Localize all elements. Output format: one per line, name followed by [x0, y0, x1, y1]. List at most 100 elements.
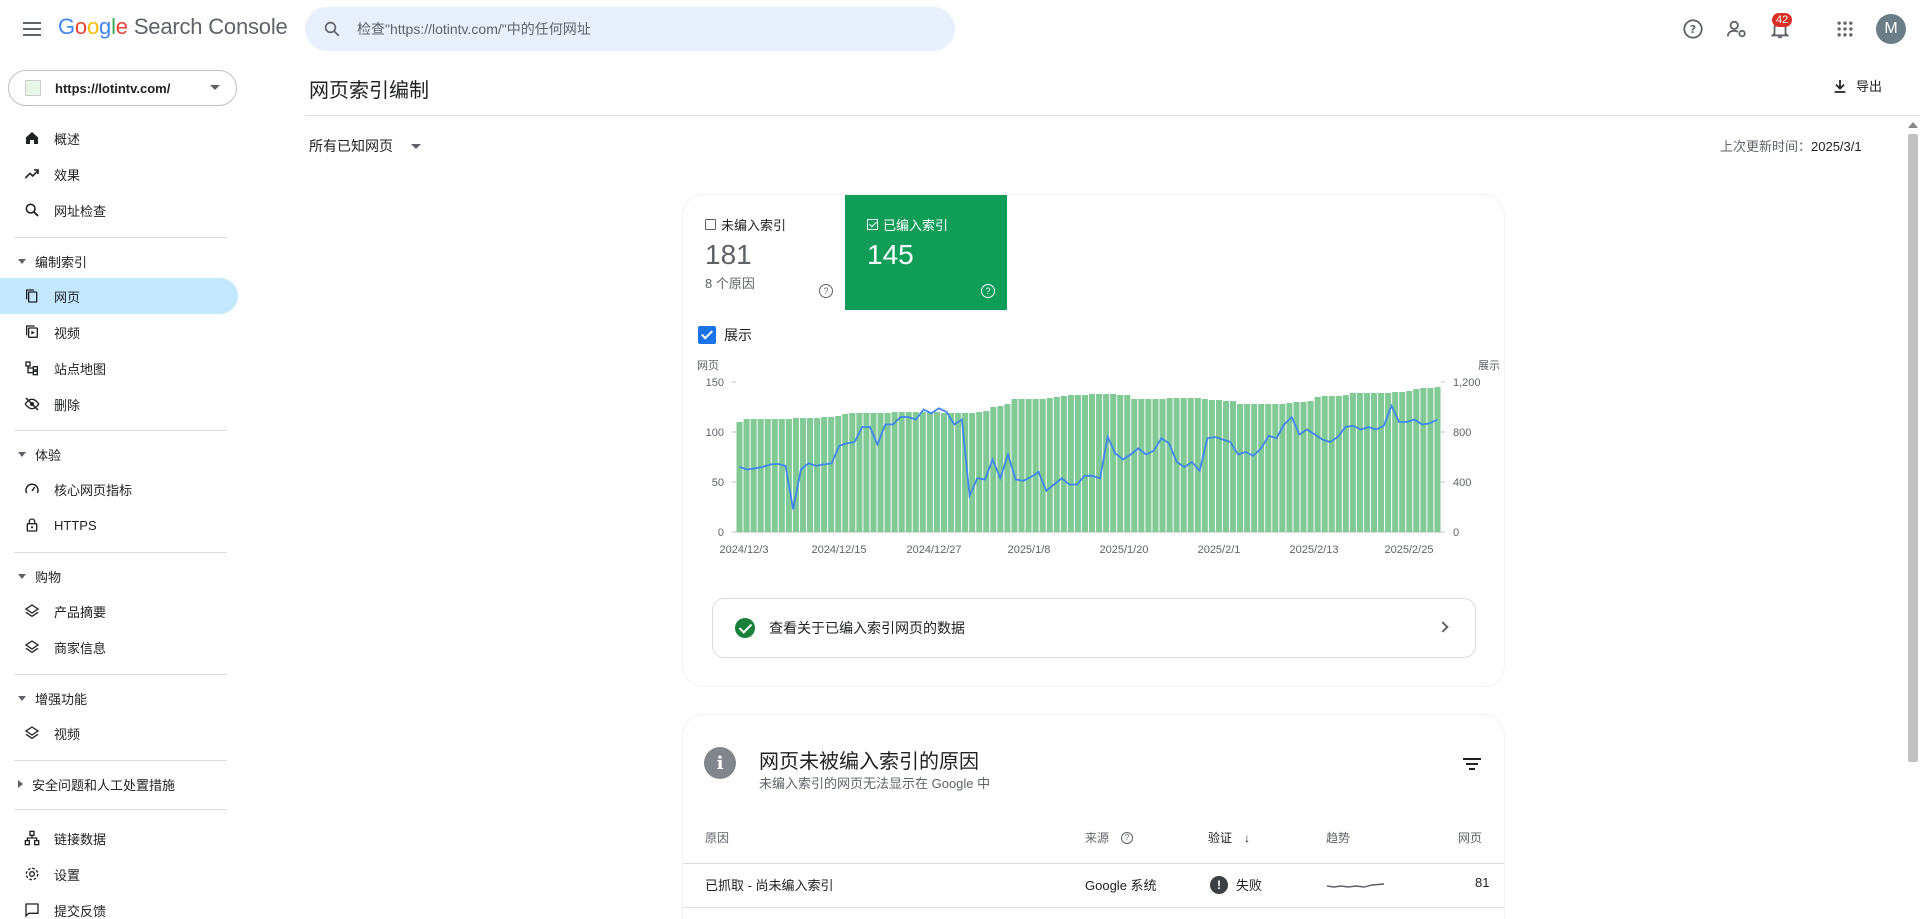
sidebar-item-performance[interactable]: 效果 — [0, 156, 238, 192]
manage-users-icon[interactable] — [1724, 16, 1750, 42]
bar — [1349, 393, 1356, 532]
bar — [898, 412, 905, 532]
reasons-title: 网页未被编入索引的原因 — [759, 751, 979, 773]
bar — [1074, 395, 1081, 532]
bar — [821, 417, 828, 532]
sidebar-item-videos[interactable]: 视频 — [0, 314, 238, 350]
impressions-checkbox[interactable]: 展示 — [698, 325, 752, 345]
y2-tick-label: 800 — [1453, 427, 1471, 439]
section-experience[interactable]: 体验 — [0, 441, 238, 467]
sidebar-item-merchant-listings[interactable]: 商家信息 — [0, 629, 238, 665]
bar — [1378, 393, 1385, 532]
y-tick-label: 150 — [706, 377, 724, 389]
header-divider — [305, 115, 1920, 116]
scroll-thumb[interactable] — [1908, 134, 1918, 762]
filter-list-icon[interactable] — [1463, 757, 1481, 771]
bar — [757, 419, 764, 532]
sidebar-item-sitemaps[interactable]: 站点地图 — [0, 350, 238, 386]
column-source[interactable]: 来源? — [1085, 829, 1134, 846]
bar — [1025, 399, 1032, 532]
y2-tick-label: 400 — [1453, 477, 1471, 489]
bar — [1201, 399, 1208, 532]
search-console-logo[interactable]: Google Search Console — [58, 14, 288, 40]
property-selector[interactable]: https://lotintv.com/ — [8, 70, 237, 106]
sidebar-item-enh-videos[interactable]: 视频 — [0, 715, 238, 751]
bar — [771, 419, 778, 532]
view-indexed-data-link[interactable]: 查看关于已编入索引网页的数据 — [712, 598, 1476, 658]
page-filter-dropdown[interactable]: 所有已知网页 — [309, 136, 421, 156]
scroll-up-arrow[interactable] — [1908, 122, 1918, 128]
sidebar: https://lotintv.com/ 概述 效果 网址检查 编制索引 网页 … — [0, 58, 240, 919]
sidebar-item-overview[interactable]: 概述 — [0, 120, 238, 156]
sidebar-item-core-web-vitals[interactable]: 核心网页指标 — [0, 471, 238, 507]
search-input[interactable] — [357, 21, 917, 37]
page-scrollbar[interactable] — [1904, 120, 1918, 919]
help-icon[interactable]: ? — [981, 284, 995, 298]
sidebar-item-url-inspection[interactable]: 网址检查 — [0, 192, 238, 228]
bar — [1208, 400, 1215, 532]
bar — [835, 416, 842, 532]
column-trend: 趋势 — [1326, 831, 1351, 845]
row-reason[interactable]: 已抓取 - 尚未编入索引 — [705, 875, 834, 894]
bar — [1152, 399, 1159, 532]
bar — [1166, 398, 1173, 532]
help-icon[interactable]: ? — [819, 284, 833, 298]
table-row-divider — [683, 907, 1504, 908]
sidebar-item-settings[interactable]: 设置 — [0, 856, 238, 892]
sidebar-item-https[interactable]: HTTPS — [0, 507, 238, 543]
account-avatar[interactable]: M — [1876, 14, 1906, 44]
sidebar-divider — [14, 674, 227, 675]
sidebar-item-links[interactable]: 链接数据 — [0, 820, 238, 856]
feedback-icon — [24, 902, 40, 918]
bar — [1159, 399, 1166, 532]
bar — [743, 419, 750, 532]
bar — [1363, 393, 1370, 532]
y-axis-label: 网页 — [697, 360, 719, 372]
bar — [990, 407, 997, 532]
last-updated: 上次更新时间：2025/3/1 — [1720, 139, 1862, 154]
column-reason[interactable]: 原因 — [705, 829, 729, 846]
bar — [1096, 394, 1103, 532]
section-security[interactable]: 安全问题和人工处置措施 — [0, 771, 238, 797]
bar — [1371, 393, 1378, 532]
url-inspection-search[interactable] — [305, 7, 955, 51]
bar — [1215, 400, 1222, 532]
bar — [1060, 396, 1067, 532]
check-circle-icon — [735, 618, 755, 638]
bar — [1046, 398, 1053, 532]
collapse-icon — [18, 573, 26, 579]
gear-icon — [24, 866, 40, 882]
bar — [1004, 404, 1011, 532]
sidebar-item-removals[interactable]: 删除 — [0, 386, 238, 422]
not-indexed-tile[interactable]: 未编入索引 181 8 个原因 ? — [683, 195, 845, 310]
column-pages[interactable]: 网页 — [1458, 829, 1482, 846]
apps-grid-icon[interactable] — [1832, 16, 1858, 42]
bar — [1067, 395, 1074, 532]
y-tick-label: 100 — [706, 427, 724, 439]
home-icon — [24, 130, 40, 146]
indexed-tile[interactable]: 已编入索引 145 ? — [845, 195, 1007, 310]
row-pages: 81 — [1475, 875, 1490, 890]
bar — [1018, 399, 1025, 532]
checkbox-checked-icon — [867, 219, 878, 230]
main-menu-icon[interactable] — [20, 17, 44, 41]
bar — [1427, 388, 1434, 532]
sidebar-item-feedback[interactable]: 提交反馈 — [0, 892, 238, 919]
help-icon[interactable]: ? — [1680, 16, 1706, 42]
y2-tick-label: 0 — [1453, 527, 1459, 539]
sidebar-item-pages[interactable]: 网页 — [0, 278, 238, 314]
export-button[interactable]: 导出 — [1832, 76, 1882, 95]
bar — [807, 418, 814, 532]
column-validation[interactable]: 验证 ↓ — [1208, 829, 1250, 846]
bar — [799, 418, 806, 532]
section-shopping[interactable]: 购物 — [0, 563, 238, 589]
bar — [955, 413, 962, 532]
help-icon[interactable]: ? — [1121, 831, 1134, 844]
bar — [1399, 392, 1406, 532]
sidebar-item-product-snippets[interactable]: 产品摘要 — [0, 593, 238, 629]
section-indexing[interactable]: 编制索引 — [0, 248, 238, 274]
layers-icon — [24, 725, 40, 741]
bar — [1138, 399, 1145, 532]
search-icon — [24, 202, 40, 218]
section-enhancements[interactable]: 增强功能 — [0, 685, 238, 711]
